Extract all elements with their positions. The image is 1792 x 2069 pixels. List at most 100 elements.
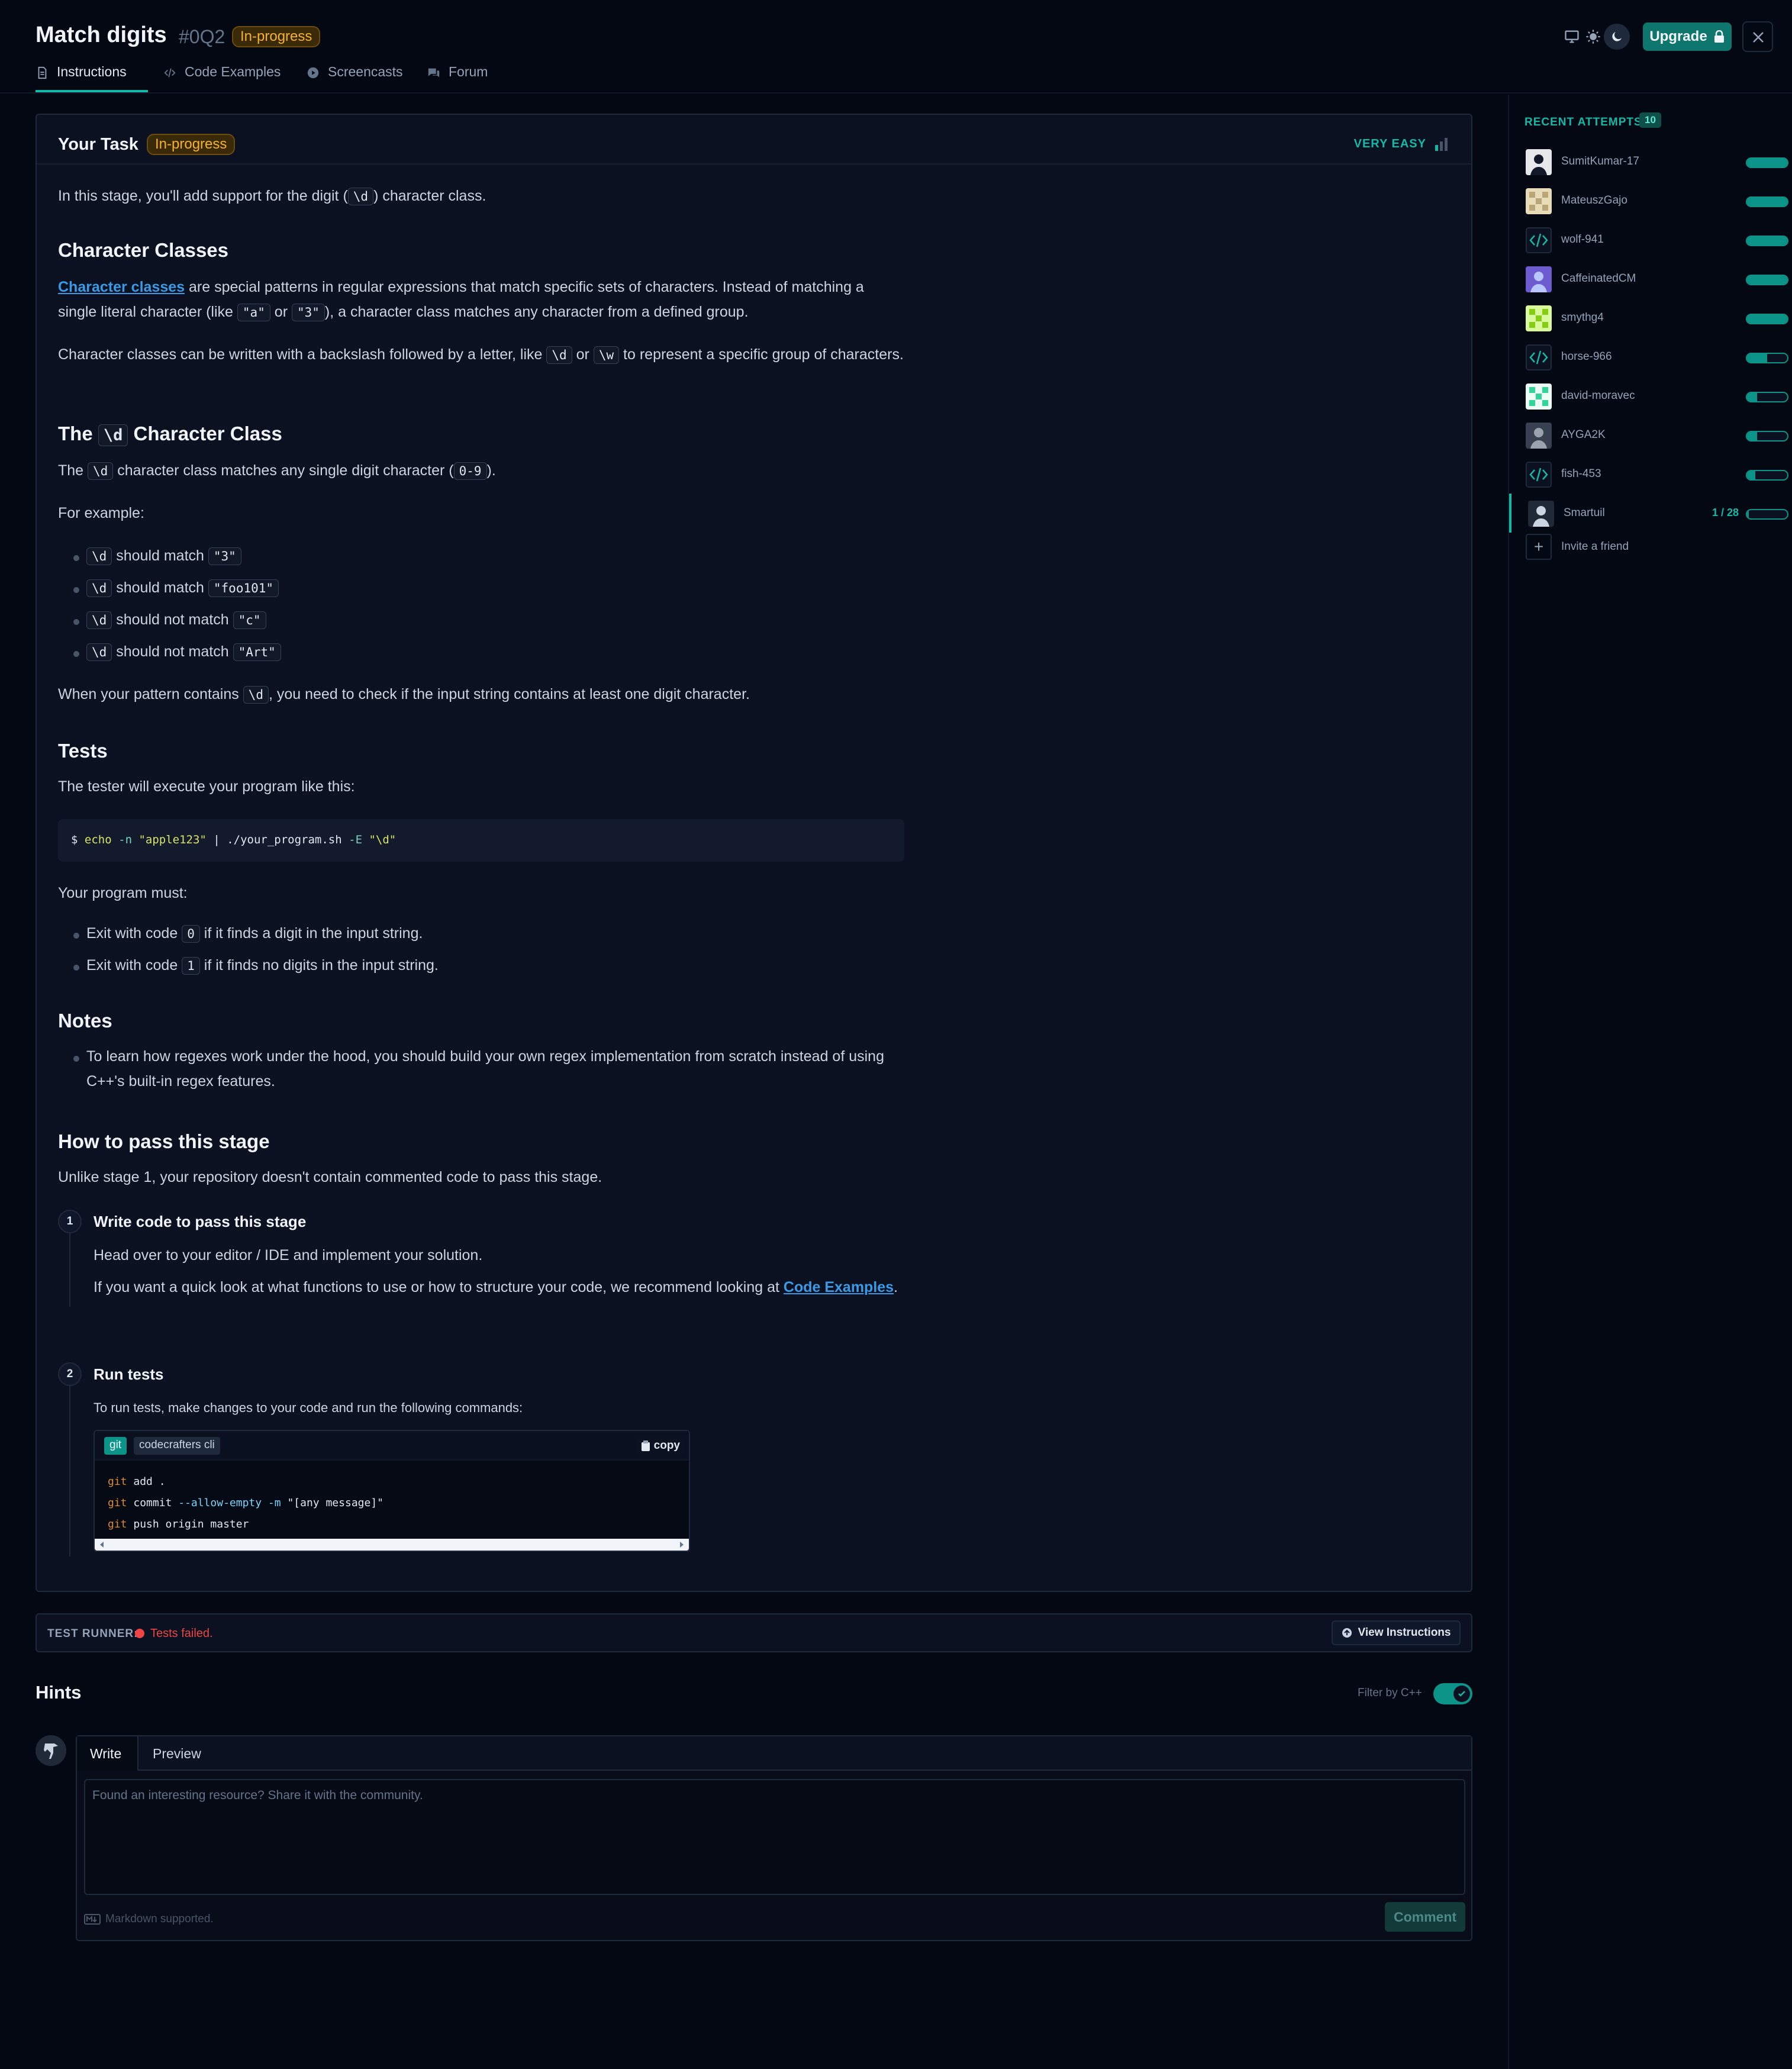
scroll-right-icon[interactable] (678, 1541, 685, 1548)
progress-fill (1747, 510, 1749, 518)
tab-git[interactable]: git (104, 1437, 127, 1455)
attempt-row[interactable]: horse-966 (1509, 337, 1792, 376)
inline-code: \d (243, 686, 269, 704)
attempt-row[interactable]: AYGA2K (1509, 415, 1792, 455)
tab-code-examples[interactable]: Code Examples (163, 64, 281, 92)
list-item: To learn how regexes work under the hood… (86, 1048, 884, 1090)
comment-textarea[interactable]: Found an interesting resource? Share it … (84, 1779, 1465, 1895)
avatar (1526, 188, 1552, 214)
attempt-progress-bar (1746, 392, 1788, 402)
program: ./your_program.sh (227, 833, 342, 846)
text: ) character class. (373, 188, 486, 204)
task-card-header: Your Task In-progress VERY EASY (37, 115, 1471, 165)
filter-toggle[interactable] (1433, 1683, 1472, 1704)
inline-code: "foo101" (208, 579, 279, 597)
avatar (1526, 423, 1552, 449)
toggle-knob (1453, 1686, 1470, 1702)
test-runner-bar: TEST RUNNER: Tests failed. View Instruct… (36, 1613, 1472, 1652)
comment-button[interactable]: Comment (1385, 1902, 1465, 1932)
tab-write[interactable]: Write (77, 1736, 138, 1771)
inline-code: 1 (182, 957, 200, 975)
text: The (58, 423, 98, 444)
attempt-progress-bar (1746, 353, 1788, 363)
text: , you need to check if the input string … (268, 686, 750, 702)
invite-friend-button[interactable]: + Invite a friend (1509, 531, 1792, 561)
inline-code: "a" (237, 304, 270, 321)
tab-forum[interactable]: Forum (427, 64, 488, 92)
tab-preview[interactable]: Preview (140, 1736, 214, 1771)
inline-code: "3" (208, 547, 241, 565)
upgrade-button[interactable]: Upgrade (1643, 22, 1732, 51)
paragraph: Your program must: (58, 885, 188, 901)
monitor-icon[interactable] (1564, 28, 1580, 45)
code-examples-link[interactable]: Code Examples (784, 1279, 894, 1295)
paragraph: Head over to your editor / IDE and imple… (94, 1247, 483, 1264)
avatar (1526, 305, 1552, 331)
character-classes-link[interactable]: Character classes (58, 279, 185, 295)
attempt-progress-bar (1746, 509, 1788, 520)
inline-code: \d (546, 346, 572, 364)
attempt-row[interactable]: smythg4 (1509, 298, 1792, 337)
args: commit (127, 1497, 172, 1509)
paragraph: Character classes can be written with a … (58, 342, 904, 368)
step-connector (69, 1385, 70, 1556)
sun-icon[interactable] (1585, 28, 1601, 45)
clipboard-icon (641, 1440, 650, 1451)
inline-code: \d (347, 188, 374, 205)
your-task-heading: Your Task (58, 135, 138, 154)
paragraph: The \d character class matches any singl… (58, 458, 904, 484)
intro-paragraph: In this stage, you'll add support for th… (58, 183, 904, 209)
arg: "apple123" (138, 833, 207, 846)
avatar (1526, 462, 1552, 488)
attempt-row[interactable]: fish-453 (1509, 455, 1792, 494)
cli-line: git push origin master (108, 1514, 383, 1535)
attempt-username: SumitKumar-17 (1561, 155, 1639, 167)
text: When your pattern contains (58, 686, 243, 702)
attempt-row[interactable]: SumitKumar-17 (1509, 142, 1792, 181)
dark-mode-toggle[interactable] (1604, 24, 1630, 50)
avatar (36, 1735, 66, 1766)
task-card: Your Task In-progress VERY EASY In this … (36, 114, 1472, 1592)
paragraph: For example: (58, 505, 144, 521)
tab-screencasts[interactable]: Screencasts (307, 64, 403, 92)
view-instructions-button[interactable]: View Instructions (1332, 1620, 1461, 1645)
code-avatar-icon (1526, 462, 1552, 488)
list-item: \d should not match "Art" (86, 639, 915, 665)
step-number: 1 (58, 1210, 82, 1233)
inline-code: "Art" (233, 643, 281, 661)
lock-icon (1714, 30, 1724, 43)
identicon-avatar (1526, 305, 1552, 331)
avatar (1526, 227, 1552, 253)
run-tests-code-box: git codecrafters cli copy git add . git c… (94, 1430, 690, 1552)
attempt-row[interactable]: MateuszGajo (1509, 181, 1792, 220)
stage-number: #0Q2 (179, 26, 225, 47)
attempt-row[interactable]: CaffeinatedCM (1509, 259, 1792, 298)
attempt-username: wolf-941 (1561, 233, 1604, 246)
text: should not match (112, 643, 233, 660)
text: Character Class (128, 423, 282, 444)
text: if it finds a digit in the input string. (199, 925, 423, 942)
section-heading-notes: Notes (58, 1010, 112, 1032)
avatar (1526, 383, 1552, 410)
section-heading-tests: Tests (58, 740, 108, 762)
list-item: Exit with code 1 if it finds no digits i… (86, 953, 915, 978)
inline-code: \w (593, 346, 620, 364)
attempt-row[interactable]: Smartuil 1 / 28 (1509, 494, 1792, 533)
status-badge: In-progress (232, 26, 321, 47)
cli-tabs: git codecrafters cli copy (95, 1431, 689, 1461)
step-number: 2 (58, 1362, 82, 1386)
tab-instructions[interactable]: Instructions (36, 64, 148, 92)
horizontal-scrollbar[interactable] (95, 1539, 689, 1551)
tab-codecrafters-cli[interactable]: codecrafters cli (134, 1437, 220, 1455)
bullet (73, 587, 79, 593)
progress-fill (1747, 471, 1755, 479)
args: add . (127, 1475, 166, 1488)
attempt-row[interactable]: wolf-941 (1509, 220, 1792, 259)
scroll-left-icon[interactable] (98, 1541, 105, 1548)
copy-button[interactable]: copy (635, 1437, 685, 1455)
attempt-row[interactable]: david-moravec (1509, 376, 1792, 415)
close-button[interactable] (1742, 21, 1773, 52)
close-icon (1753, 32, 1764, 43)
photo-avatar (1526, 423, 1552, 449)
inline-code: \d (86, 643, 112, 661)
